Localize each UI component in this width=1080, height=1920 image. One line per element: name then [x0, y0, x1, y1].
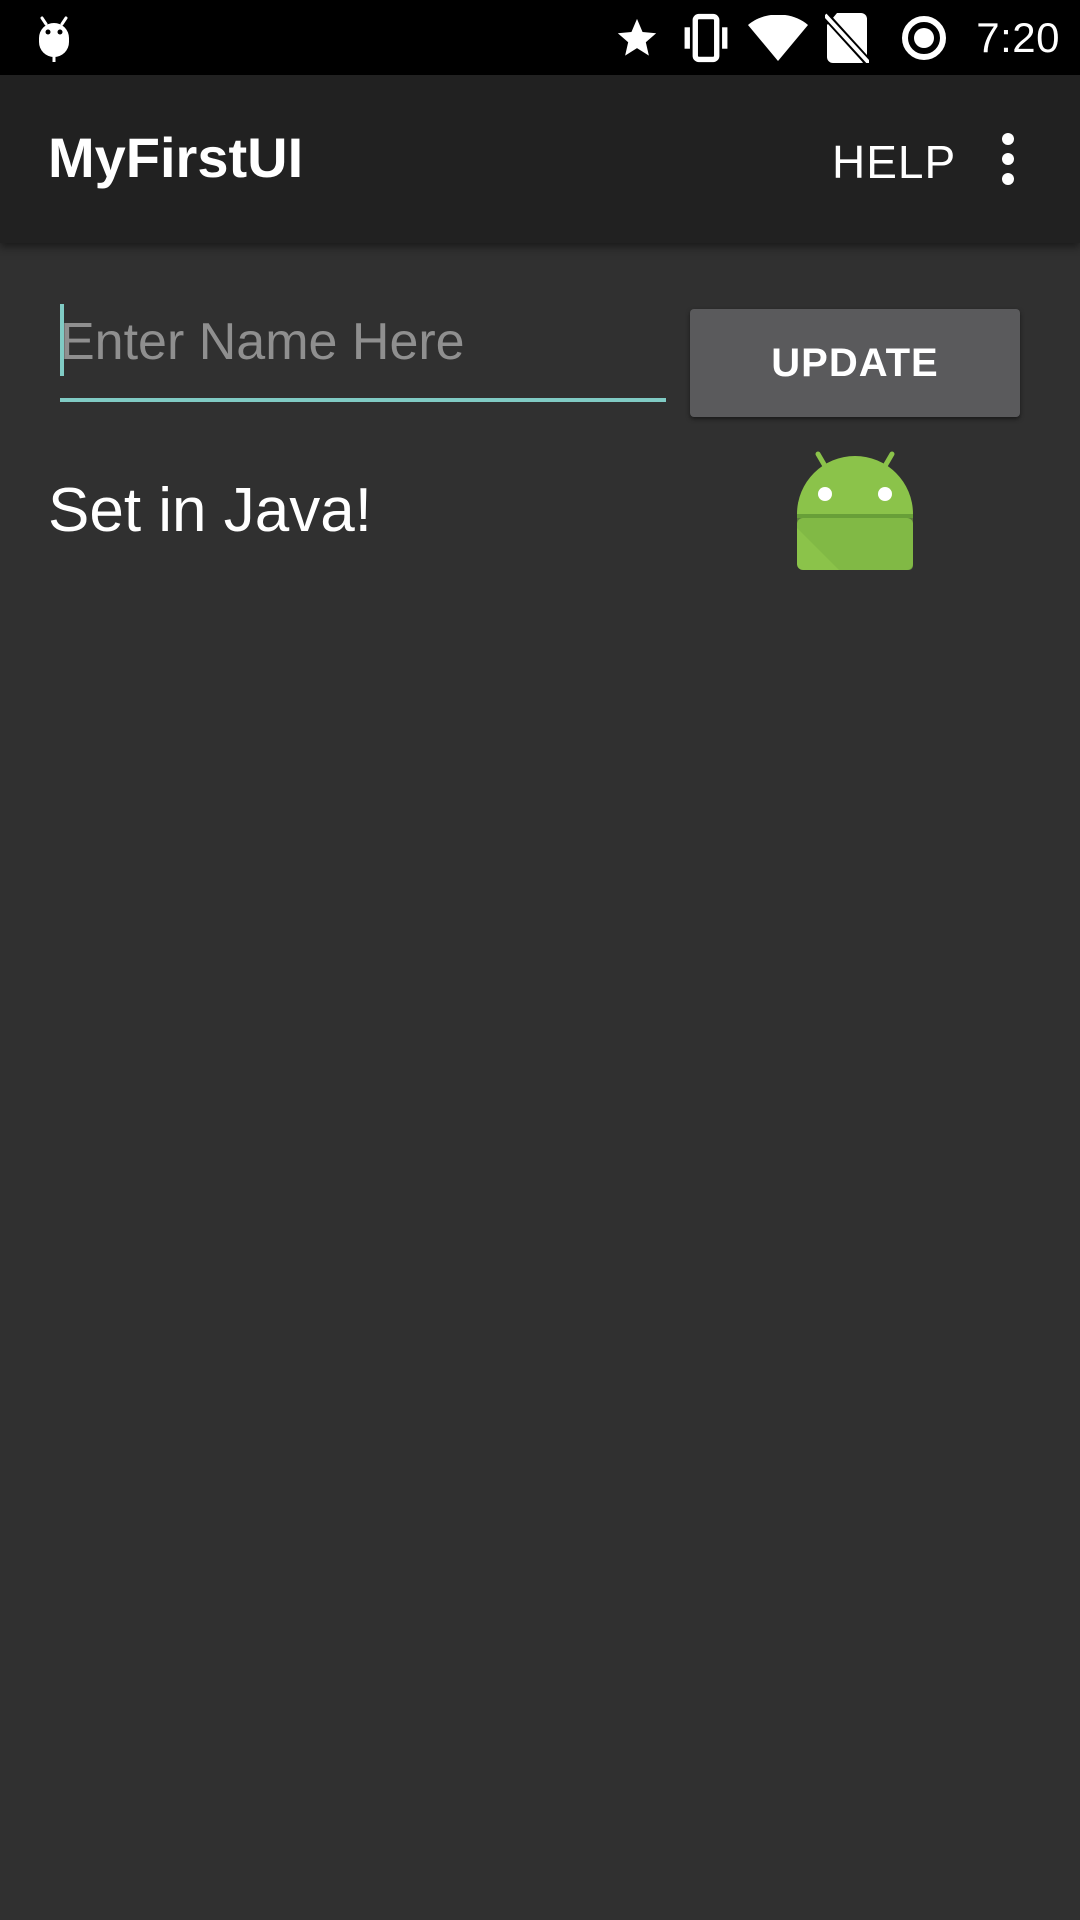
status-icons: 7:20	[604, 0, 1060, 75]
no-sim-icon	[814, 0, 880, 75]
name-input[interactable]	[60, 302, 666, 382]
app-title: MyFirstUI	[48, 126, 304, 189]
java-label: Set in Java!	[48, 476, 372, 545]
help-button[interactable]: HELP	[832, 135, 956, 189]
wifi-icon	[742, 0, 814, 75]
vibrate-icon	[670, 0, 742, 75]
star-icon	[604, 0, 670, 75]
status-bar: 7:20	[0, 0, 1080, 75]
battery-saver-icon	[894, 0, 954, 75]
android-debug-icon	[39, 16, 69, 62]
text-cursor	[60, 304, 64, 376]
app-bar: MyFirstUI HELP	[0, 75, 1080, 243]
android-robot-icon	[797, 451, 913, 570]
update-button[interactable]: UPDATE	[690, 309, 1020, 417]
name-field[interactable]	[60, 302, 666, 402]
more-vert-icon[interactable]	[990, 131, 1026, 187]
status-time: 7:20	[976, 13, 1060, 61]
